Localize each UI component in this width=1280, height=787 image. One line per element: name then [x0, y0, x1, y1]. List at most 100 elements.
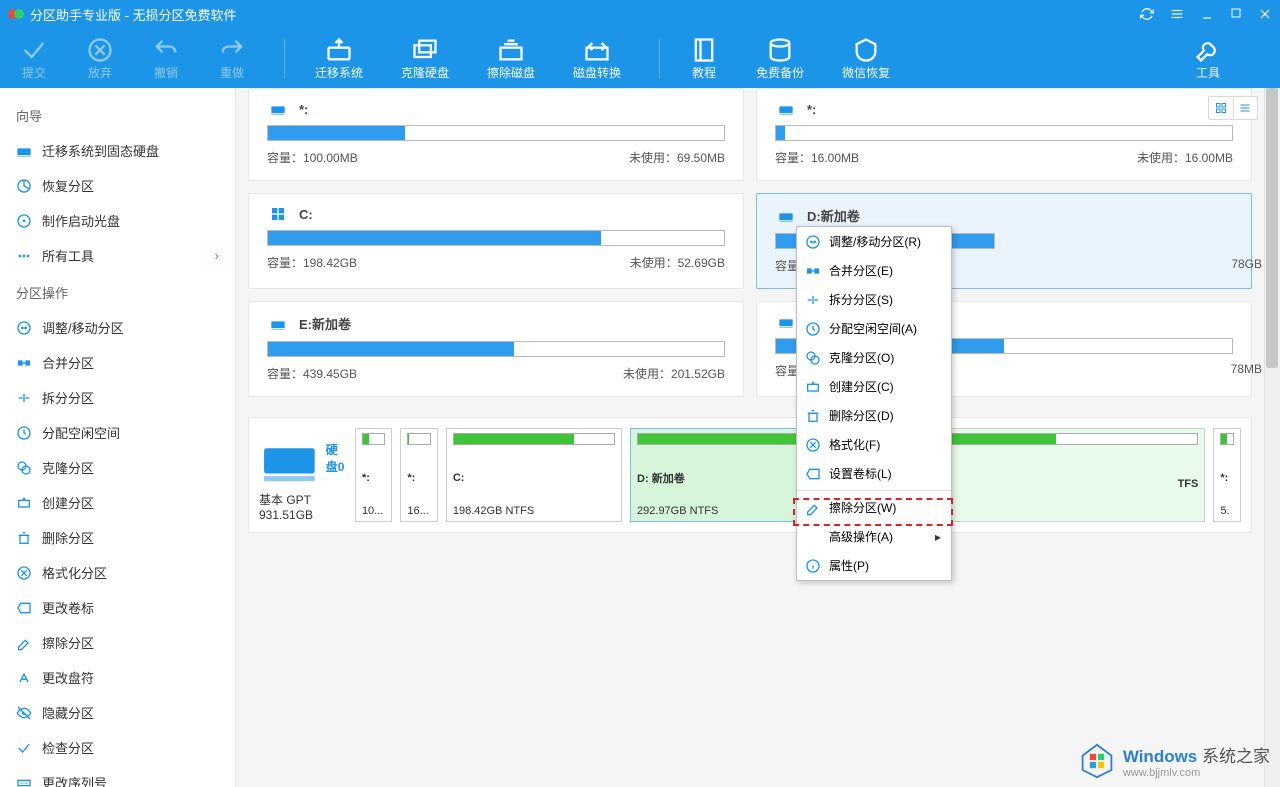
format-icon [805, 437, 821, 453]
sidebar-item-wipe[interactable]: 擦除分区 [8, 625, 227, 660]
capacity-label: 容量：198.42GB [267, 254, 357, 271]
partition-card[interactable]: C:容量：198.42GB未使用：52.69GB [248, 193, 744, 289]
info-icon [805, 558, 821, 574]
segment-name: C: [453, 472, 615, 484]
segment-bar [1220, 433, 1234, 445]
toolbar-disk-convert[interactable]: 磁盘转换 [573, 36, 621, 81]
minimize-icon[interactable] [1200, 7, 1214, 21]
ctx-item-info[interactable]: 属性(P) [797, 551, 951, 580]
close-icon[interactable] [1258, 7, 1272, 21]
scrollbar-track[interactable] [1264, 88, 1280, 787]
sidebar-item-label: 所有工具 [42, 246, 94, 265]
unused-label: 未使用：201.52GB [623, 365, 725, 382]
ctx-item-clock[interactable]: 分配空闲空间(A) [797, 314, 951, 343]
disk-segment[interactable]: *:5. [1213, 428, 1241, 522]
toolbar: 提交 放弃撤销重做 迁移系统克隆硬盘擦除磁盘 磁盘转换 教程免费备份微信恢复 工具 [0, 28, 1280, 88]
menu-icon[interactable] [1170, 7, 1184, 21]
redo-icon [218, 36, 246, 64]
toolbar-tools[interactable]: 工具 [1194, 36, 1222, 81]
scrollbar-thumb[interactable] [1266, 88, 1278, 368]
grid-view-icon[interactable] [1209, 97, 1234, 119]
toolbar-label: 提交 [22, 64, 46, 81]
sidebar-item-delete[interactable]: 删除分区 [8, 520, 227, 555]
sidebar-item-dots[interactable]: 所有工具› [8, 238, 227, 273]
sidebar-item-hide[interactable]: 隐藏分区 [8, 695, 227, 730]
sidebar-item-label: 更改卷标 [42, 598, 94, 617]
disk-segment[interactable]: *:10... [355, 428, 392, 522]
sidebar-item-clone[interactable]: 克隆分区 [8, 450, 227, 485]
ctx-item-wipe[interactable]: 擦除分区(W) [797, 493, 951, 522]
resize-icon [805, 234, 821, 250]
ctx-label: 调整/移动分区(R) [829, 233, 921, 250]
toolbar-backup[interactable]: 免费备份 [756, 36, 804, 81]
ctx-item-delete[interactable]: 删除分区(D) [797, 401, 951, 430]
sidebar-item-letter[interactable]: 更改盘符 [8, 660, 227, 695]
sidebar-item-format[interactable]: 格式化分区 [8, 555, 227, 590]
ctx-item-more[interactable]: 高级操作(A)▸ [797, 522, 951, 551]
disk-info[interactable]: 硬盘0基本 GPT931.51GB [259, 428, 347, 522]
partition-card[interactable]: *:容量：16.00MB未使用：16.00MB [756, 88, 1252, 181]
usage-bar [267, 230, 725, 246]
sidebar-item-disk[interactable]: 迁移系统到固态硬盘 [8, 133, 227, 168]
view-toggle[interactable] [1208, 96, 1258, 120]
ctx-label: 拆分分区(S) [829, 291, 893, 308]
sidebar-item-resize[interactable]: 调整/移动分区 [8, 310, 227, 345]
ctx-label: 创建分区(C) [829, 378, 894, 395]
ctx-label: 设置卷标(L) [829, 465, 892, 482]
ctx-item-label[interactable]: 设置卷标(L) [797, 459, 951, 488]
split-icon [16, 390, 32, 406]
toolbar-wechat[interactable]: 微信恢复 [842, 36, 890, 81]
sidebar-group-title: 向导 [8, 96, 227, 133]
sidebar-item-label: 恢复分区 [42, 176, 94, 195]
toolbar-disk-erase[interactable]: 擦除磁盘 [487, 36, 535, 81]
sidebar-item-serial[interactable]: 更改序列号 [8, 765, 227, 787]
sidebar-item-label: 克隆分区 [42, 458, 94, 477]
ctx-item-split[interactable]: 拆分分区(S) [797, 285, 951, 314]
sidebar-item-clock[interactable]: 分配空闲空间 [8, 415, 227, 450]
ctx-item-resize[interactable]: 调整/移动分区(R) [797, 227, 951, 256]
ctx-item-format[interactable]: 格式化(F) [797, 430, 951, 459]
sidebar-item-check[interactable]: 检查分区 [8, 730, 227, 765]
sidebar-item-label[interactable]: 更改卷标 [8, 590, 227, 625]
disk-icon [775, 101, 797, 117]
delete-icon [805, 408, 821, 424]
disk-icon [267, 101, 289, 117]
watermark-logo-icon [1079, 743, 1115, 779]
list-view-icon[interactable] [1234, 97, 1258, 119]
refresh-icon[interactable] [1140, 7, 1154, 21]
disk-segment[interactable]: *:16... [400, 428, 437, 522]
toolbar-label: 擦除磁盘 [487, 64, 535, 81]
clock-icon [16, 425, 32, 441]
ctx-label: 合并分区(E) [829, 262, 893, 279]
titlebar: 分区助手专业版 - 无损分区免费软件 [0, 0, 1280, 28]
sidebar-item-label: 分配空闲空间 [42, 423, 120, 442]
toolbar-label: 微信恢复 [842, 64, 890, 81]
disk-segment[interactable]: TFS [931, 428, 1205, 522]
ctx-item-clone[interactable]: 克隆分区(O) [797, 343, 951, 372]
toolbar-redo[interactable]: 重做 [218, 36, 246, 81]
toolbar-book[interactable]: 教程 [690, 36, 718, 81]
sidebar-item-pie[interactable]: 恢复分区 [8, 168, 227, 203]
toolbar-disk-arrow[interactable]: 迁移系统 [315, 36, 363, 81]
sidebar-item-cd[interactable]: 制作启动光盘 [8, 203, 227, 238]
toolbar-disk-copy[interactable]: 克隆硬盘 [401, 36, 449, 81]
disk-segment[interactable]: C:198.42GB NTFS [446, 428, 622, 522]
toolbar-check[interactable]: 提交 [20, 36, 48, 81]
segment-bar [407, 433, 430, 445]
maximize-icon[interactable] [1230, 7, 1242, 21]
sidebar-item-split[interactable]: 拆分分区 [8, 380, 227, 415]
ctx-item-create[interactable]: 创建分区(C) [797, 372, 951, 401]
toolbar-undo[interactable]: 撤销 [152, 36, 180, 81]
partition-card[interactable]: *:容量：100.00MB未使用：69.50MB [248, 88, 744, 181]
capacity-label: 容量：100.00MB [267, 149, 358, 166]
merge-icon [805, 263, 821, 279]
ctx-item-merge[interactable]: 合并分区(E) [797, 256, 951, 285]
ctx-label: 擦除分区(W) [829, 499, 896, 516]
segment-name: *: [362, 472, 385, 484]
clock-icon [805, 321, 821, 337]
sidebar-item-create[interactable]: 创建分区 [8, 485, 227, 520]
partition-card[interactable]: E:新加卷容量：439.45GB未使用：201.52GB [248, 301, 744, 397]
toolbar-x[interactable]: 放弃 [86, 36, 114, 81]
main-area: 向导迁移系统到固态硬盘恢复分区制作启动光盘所有工具›分区操作调整/移动分区合并分… [0, 88, 1280, 787]
sidebar-item-merge[interactable]: 合并分区 [8, 345, 227, 380]
